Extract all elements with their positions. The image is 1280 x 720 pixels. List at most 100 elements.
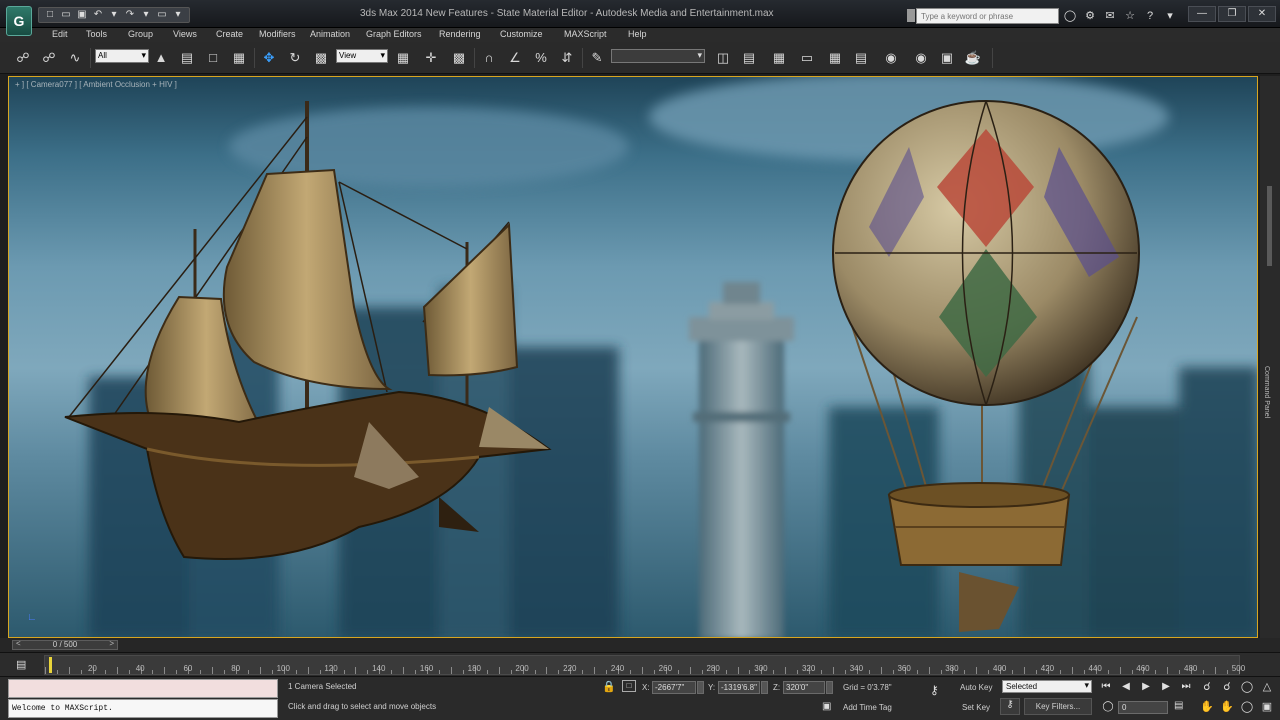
snaps-toggle-icon[interactable]: ∩ (480, 49, 498, 67)
set-keys-icon[interactable]: ⚷ (1000, 698, 1020, 715)
maxscript-listener-input[interactable] (8, 679, 278, 698)
play-icon[interactable]: ▶ (1138, 680, 1154, 694)
render-production-icon[interactable]: ☕ (964, 49, 982, 67)
scene-explorer-icon[interactable]: ▦ (770, 49, 788, 67)
add-time-tag-button[interactable]: Add Time Tag (843, 703, 892, 712)
maximize-viewport-icon[interactable]: ▣ (1258, 698, 1276, 716)
rectangular-selection-icon[interactable]: □ (204, 49, 222, 67)
unlink-icon[interactable]: ☍ (40, 49, 58, 67)
auto-key-button[interactable]: Auto Key (960, 683, 992, 692)
qat-customize-icon[interactable]: ▾ (171, 8, 185, 22)
next-frame-icon[interactable]: ▶ (1158, 680, 1174, 694)
time-tag-icon[interactable]: ▣ (822, 701, 831, 712)
named-selection-sets-dropdown[interactable] (611, 49, 705, 63)
key-mode-toggle-icon[interactable]: ◯ (1100, 700, 1116, 714)
search-scope-icon[interactable] (907, 9, 915, 22)
new-file-icon[interactable]: □ (43, 8, 57, 22)
y-spinner[interactable] (761, 681, 768, 694)
previous-frame-icon[interactable]: ◀ (1118, 680, 1134, 694)
panel-grip[interactable] (1267, 186, 1272, 266)
select-and-rotate-icon[interactable]: ↻ (286, 49, 304, 67)
prev-frame-arrow-icon[interactable]: < (16, 640, 21, 648)
help-dropdown-icon[interactable]: ▾ (1162, 8, 1178, 24)
restore-icon[interactable]: ❐ (1218, 6, 1246, 22)
menu-modifiers[interactable]: Modifiers (259, 29, 296, 39)
link-icon[interactable]: ☍ (14, 49, 32, 67)
minimize-icon[interactable]: — (1188, 6, 1216, 22)
undo-icon[interactable]: ↶ (91, 8, 105, 22)
set-key-button[interactable]: Set Key (962, 703, 990, 712)
open-file-icon[interactable]: ▭ (59, 8, 73, 22)
y-coordinate-field[interactable]: -1319'6.8" (718, 681, 760, 694)
undo-dropdown-icon[interactable]: ▾ (107, 8, 121, 22)
time-slider[interactable]: < 0 / 500 > (0, 638, 1280, 652)
search-input[interactable] (916, 8, 1059, 24)
command-panel-collapsed[interactable]: Command Panel (1260, 76, 1280, 638)
selection-filter-dropdown[interactable]: All (95, 49, 149, 63)
menu-tools[interactable]: Tools (86, 29, 107, 39)
graphite-ribbon-icon[interactable]: ▦ (826, 49, 844, 67)
edit-named-selection-icon[interactable]: ✎ (588, 49, 606, 67)
menu-help[interactable]: Help (628, 29, 647, 39)
zoom-all-icon[interactable]: ☌ (1218, 678, 1236, 696)
x-coordinate-field[interactable]: -2667'7" (652, 681, 696, 694)
next-frame-arrow-icon[interactable]: > (109, 640, 114, 648)
zoom-icon[interactable]: ☌ (1198, 678, 1216, 696)
keyboard-shortcut-override-icon[interactable]: ▩ (450, 49, 468, 67)
percent-snap-icon[interactable]: % (532, 49, 550, 67)
menu-group[interactable]: Group (128, 29, 153, 39)
pan-view-icon[interactable]: ✋ (1218, 698, 1236, 716)
maxscript-listener-output[interactable]: Welcome to MAXScript. (8, 699, 278, 718)
go-to-start-icon[interactable]: ⏮ (1098, 680, 1114, 694)
menu-customize[interactable]: Customize (500, 29, 543, 39)
curve-editor-icon[interactable]: ▤ (852, 49, 870, 67)
menu-maxscript[interactable]: MAXScript (564, 29, 607, 39)
x-spinner[interactable] (697, 681, 704, 694)
reference-coordinate-dropdown[interactable]: View (336, 49, 388, 63)
selection-lock-icon[interactable]: 🔒 (602, 680, 616, 693)
pivot-center-icon[interactable]: ▦ (394, 49, 412, 67)
viewport-label[interactable]: + ] [ Camera077 ] [ Ambient Occlusion + … (15, 80, 177, 89)
time-slider-thumb[interactable]: < 0 / 500 > (12, 640, 118, 650)
menu-create[interactable]: Create (216, 29, 243, 39)
window-crossing-icon[interactable]: ▦ (230, 49, 248, 67)
close-icon[interactable]: ✕ (1248, 6, 1276, 22)
manipulate-icon[interactable]: ✛ (422, 49, 440, 67)
key-mode-icon[interactable]: ⚷ (930, 683, 939, 697)
time-configuration-icon[interactable]: ▤ (1174, 700, 1188, 714)
redo-dropdown-icon[interactable]: ▾ (139, 8, 153, 22)
field-of-view-icon[interactable]: △ (1258, 678, 1276, 696)
material-editor-icon[interactable]: ◉ (912, 49, 930, 67)
mirror-icon[interactable]: ◫ (714, 49, 732, 67)
subscription-icon[interactable]: ⚙ (1082, 8, 1098, 24)
binoculars-icon[interactable]: ◯ (1062, 8, 1078, 24)
absolute-mode-icon[interactable]: □ (622, 680, 636, 692)
angle-snap-icon[interactable]: ∠ (506, 49, 524, 67)
z-coordinate-field[interactable]: 320'0" (783, 681, 825, 694)
menu-graph-editors[interactable]: Graph Editors (366, 29, 422, 39)
project-folder-icon[interactable]: ▭ (155, 8, 169, 22)
z-spinner[interactable] (826, 681, 833, 694)
key-selection-dropdown[interactable]: Selected (1002, 680, 1092, 693)
layer-manager-icon[interactable]: ▭ (798, 49, 816, 67)
menu-rendering[interactable]: Rendering (439, 29, 481, 39)
align-icon[interactable]: ▤ (740, 49, 758, 67)
timeline-ruler[interactable]: 20 40 60 80 100 120 140 160 180 200 220 240 260 280 30… (44, 655, 1245, 675)
schematic-view-icon[interactable]: ◉ (882, 49, 900, 67)
redo-icon[interactable]: ↷ (123, 8, 137, 22)
select-by-name-icon[interactable]: ▤ (178, 49, 196, 67)
select-and-move-icon[interactable]: ✥ (260, 49, 278, 67)
select-object-icon[interactable]: ▲ (152, 49, 170, 67)
mini-curve-editor-icon[interactable]: ▤ (16, 658, 32, 672)
orbit-icon[interactable]: ◯ (1238, 698, 1256, 716)
render-setup-icon[interactable]: ▣ (938, 49, 956, 67)
menu-views[interactable]: Views (173, 29, 197, 39)
save-file-icon[interactable]: ▣ (75, 8, 89, 22)
spinner-snap-icon[interactable]: ⇵ (558, 49, 576, 67)
communication-center-icon[interactable]: ✉ (1102, 8, 1118, 24)
keyframe-marker[interactable] (49, 657, 52, 673)
favorites-star-icon[interactable]: ☆ (1122, 8, 1138, 24)
key-filters-button[interactable]: Key Filters... (1024, 698, 1092, 715)
orbit-camera-icon[interactable]: ◯ (1238, 678, 1256, 696)
help-icon[interactable]: ? (1142, 8, 1158, 24)
